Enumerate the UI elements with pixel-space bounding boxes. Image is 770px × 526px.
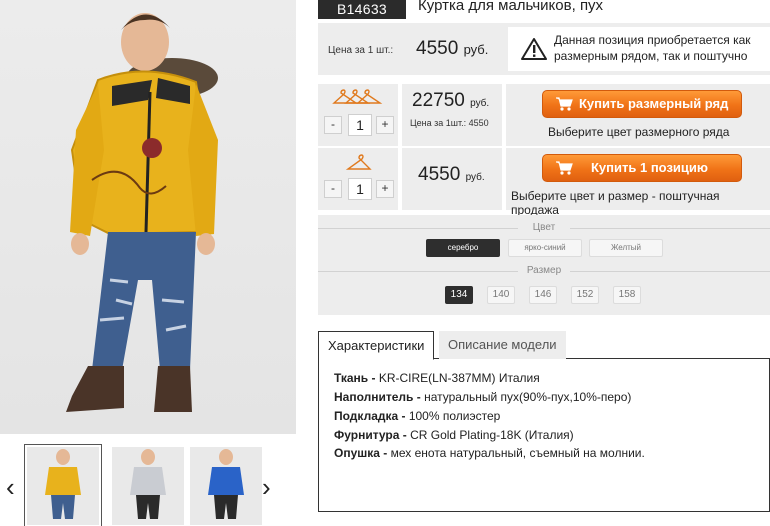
size-range-row: - 1 + 22750 руб. Цена за 1шт.: 4550 Купи… [318, 84, 770, 146]
size-range-quantity-input[interactable]: 1 [348, 114, 372, 136]
spec-fur-trim-key: Опушка - [334, 446, 388, 460]
single-item-plus-button[interactable]: + [376, 180, 394, 198]
spec-fabric-value: KR-CIRE(LN-387MM) Италия [375, 371, 540, 385]
single-item-quantity-stepper: - 1 + [324, 178, 394, 200]
spec-filling-value: натуральный пух(90%-пух,10%-перо) [420, 390, 632, 404]
buy-size-range-label: Купить размерный ряд [579, 96, 729, 111]
spec-lining-key: Подкладка - [334, 409, 406, 423]
size-range-hint: Выберите цвет размерного ряда [548, 125, 730, 139]
single-item-minus-button[interactable]: - [324, 180, 342, 198]
single-item-hint: Выберите цвет и размер - поштучная прода… [511, 189, 720, 217]
product-photo[interactable] [0, 0, 296, 434]
single-item-price-currency: руб. [465, 172, 485, 183]
thumbnail-gallery: ‹ › [0, 434, 296, 526]
size-range-quantity-stepper: - 1 + [324, 114, 394, 136]
boy-in-yellow-jacket-image [66, 13, 218, 412]
single-item-price-cell: 4550 руб. [402, 148, 502, 210]
size-row-hangers-icon [332, 89, 383, 104]
size-range-price-currency: руб. [470, 98, 490, 109]
thumb-yellow-jacket-image [45, 449, 81, 519]
cart-icon [556, 161, 573, 175]
single-item-icon-cell: - 1 + [318, 148, 398, 210]
size-option-152[interactable]: 152 [571, 286, 599, 304]
spec-hardware-key: Фурнитура - [334, 428, 407, 442]
options-panel: Цвет серебро ярко-синий Желтый Размер 13… [318, 215, 770, 315]
size-range-price: 22750 руб. [412, 90, 489, 112]
price-label: Цена за 1 шт.: [328, 45, 394, 56]
buy-single-item-button[interactable]: Купить 1 позицию [542, 154, 742, 182]
size-option-140[interactable]: 140 [487, 286, 515, 304]
spec-fur-trim: Опушка - мех енота натуральный, съемный … [334, 446, 645, 460]
product-title: Куртка для мальчиков, пух [418, 0, 604, 14]
sku-badge: B14633 [318, 0, 406, 19]
cart-icon [556, 97, 573, 111]
thumb-blue-jacket-image [208, 449, 244, 519]
color-option-yellow[interactable]: Желтый [589, 239, 663, 257]
price-value: 4550 [416, 38, 459, 59]
size-range-minus-button[interactable]: - [324, 116, 342, 134]
gallery-next-arrow-icon[interactable]: › [262, 474, 271, 500]
size-option-134[interactable]: 134 [445, 286, 473, 304]
thumb-silver-jacket[interactable] [112, 447, 184, 525]
spec-lining-value: 100% полиэстер [405, 409, 501, 423]
single-item-quantity-input[interactable]: 1 [348, 178, 372, 200]
spec-lining: Подкладка - 100% полиэстер [334, 409, 500, 423]
color-option-silver[interactable]: серебро [426, 239, 500, 257]
spec-filling: Наполнитель - натуральный пух(90%-пух,10… [334, 390, 631, 404]
spec-filling-key: Наполнитель - [334, 390, 421, 404]
price-currency: руб. [463, 42, 489, 57]
purchase-notice: Данная позиция приобретается как размерн… [508, 27, 770, 71]
tab-characteristics[interactable]: Характеристики [318, 331, 435, 360]
single-hanger-icon [345, 154, 372, 170]
buy-size-range-button[interactable]: Купить размерный ряд [542, 90, 742, 118]
spec-hardware-value: CR Gold Plating-18K (Италия) [406, 428, 574, 442]
size-title: Размер [526, 265, 562, 276]
spec-hardware: Фурнитура - CR Gold Plating-18K (Италия) [334, 428, 574, 442]
product-details-panel: B14633 Куртка для мальчиков, пух Цена за… [318, 0, 770, 526]
size-option-158[interactable]: 158 [613, 286, 641, 304]
warning-icon [521, 38, 547, 60]
buy-single-item-label: Купить 1 позицию [591, 160, 708, 175]
details-tabs: Характеристики Описание модели [318, 331, 770, 360]
notice-text: Данная позиция приобретается как размерн… [554, 33, 751, 63]
size-range-price-value: 22750 [412, 90, 465, 111]
specs-panel: Ткань - KR-CIRE(LN-387MM) Италия Наполни… [318, 359, 770, 512]
color-title: Цвет [532, 222, 556, 233]
size-range-plus-button[interactable]: + [376, 116, 394, 134]
single-item-price-value: 4550 [418, 164, 461, 185]
size-option-146[interactable]: 146 [529, 286, 557, 304]
color-option-bright-blue[interactable]: ярко-синий [508, 239, 582, 257]
gallery-prev-arrow-icon[interactable]: ‹ [6, 474, 15, 500]
thumb-silver-jacket-image [130, 449, 166, 519]
spec-fabric-key: Ткань - [334, 371, 376, 385]
size-range-unit-price: Цена за 1шт.: 4550 [410, 118, 489, 128]
thumb-yellow-jacket[interactable] [24, 444, 102, 526]
spec-fur-trim-value: мех енота натуральный, съемный на молнии… [387, 446, 645, 460]
size-range-price-cell: 22750 руб. Цена за 1шт.: 4550 [402, 84, 502, 146]
thumb-blue-jacket[interactable] [190, 447, 262, 525]
single-item-price: 4550 руб. [418, 164, 485, 186]
price-main: 4550 руб. [416, 38, 488, 60]
size-range-icon-cell: - 1 + [318, 84, 398, 146]
single-item-row: - 1 + 4550 руб. Купить 1 позицию Выберит… [318, 148, 770, 217]
spec-fabric: Ткань - KR-CIRE(LN-387MM) Италия [334, 371, 540, 385]
tab-model-description[interactable]: Описание модели [439, 331, 566, 359]
